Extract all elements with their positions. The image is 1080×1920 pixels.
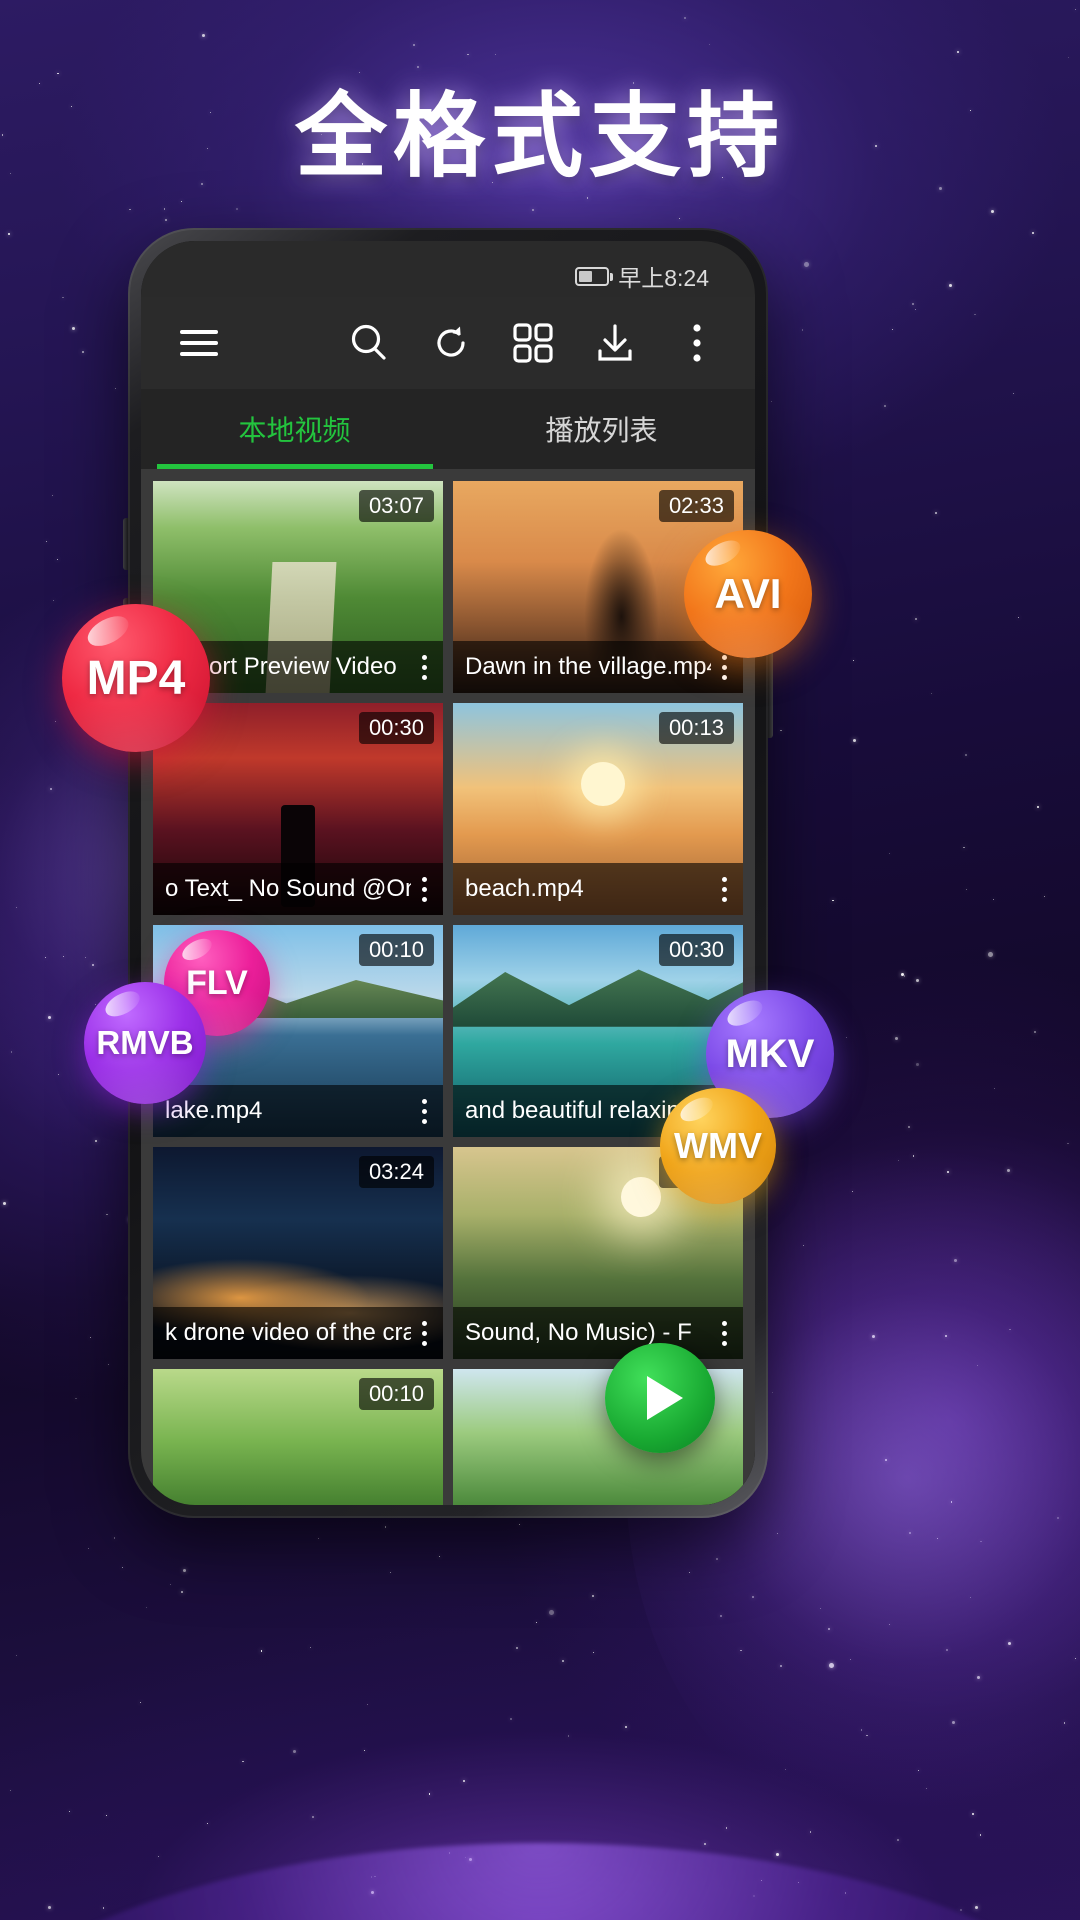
video-duration: 00:30 [358,712,434,744]
download-icon[interactable] [587,315,643,371]
video-caption-bar: Dawn in the village.mp4 [453,641,743,693]
video-duration: 00:10 [358,934,434,966]
refresh-icon[interactable] [423,315,479,371]
video-card[interactable]: 03:24 k drone video of the cra [153,1147,443,1359]
page-title: 全格式支持 [294,83,785,190]
video-more-icon[interactable] [711,876,737,902]
video-caption-bar: k drone video of the cra [153,1307,443,1359]
video-card[interactable]: 00:13 beach.mp4 [453,703,743,915]
video-duration: 03:07 [358,490,434,522]
video-duration: 02:33 [658,490,734,522]
video-title: o Text_ No Sound @On [165,875,411,902]
video-caption-bar: Sound, No Music) - F [453,1307,743,1359]
video-duration: 00:13 [658,712,734,744]
video-duration: 00:10 [358,1378,434,1410]
video-caption-bar: lake.mp4 [153,1085,443,1137]
format-bubble-avi: AVI [684,530,812,658]
tab-bar: 本地视频 播放列表 [141,389,755,469]
status-time: 早上8:24 [618,265,709,291]
tab-playlist[interactable]: 播放列表 [448,389,755,469]
hamburger-menu-icon[interactable] [171,315,227,371]
video-card[interactable]: 00:10 [153,1369,443,1505]
video-more-icon[interactable] [711,654,737,680]
play-button-fab[interactable] [605,1343,715,1453]
video-more-icon[interactable] [411,1098,437,1124]
app-toolbar [141,297,755,389]
video-title: beach.mp4 [465,875,584,902]
format-bubble-rmvb: RMVB [84,982,206,1104]
tab-local-videos[interactable]: 本地视频 [141,389,448,469]
video-title: Sound, No Music) - F [465,1319,692,1346]
video-title: k drone video of the cra [165,1319,411,1346]
status-bar: 早上8:24 [141,241,755,297]
video-duration: 03:24 [358,1156,434,1188]
format-bubble-wmv: WMV [660,1088,776,1204]
tab-active-indicator [157,464,433,469]
battery-icon [575,266,614,286]
video-caption-bar: o Text_ No Sound @On [153,863,443,915]
video-more-icon[interactable] [411,876,437,902]
phone-mockup: 早上8:24 本地视频 播放列表 03:07 - Short Preview V… [123,228,773,1518]
video-title: lake.mp4 [165,1097,263,1124]
video-more-icon[interactable] [711,1320,737,1346]
video-more-icon[interactable] [411,654,437,680]
search-icon[interactable] [341,315,397,371]
video-title: Dawn in the village.mp4 [465,653,711,680]
video-caption-bar: beach.mp4 [453,863,743,915]
phone-screen: 早上8:24 本地视频 播放列表 03:07 - Short Preview V… [141,241,755,1505]
video-more-icon[interactable] [411,1320,437,1346]
play-icon [647,1376,683,1420]
video-card[interactable]: 00:30 o Text_ No Sound @On [153,703,443,915]
format-bubble-mp4: MP4 [62,604,210,752]
grid-view-icon[interactable] [505,315,561,371]
video-duration: 00:30 [658,934,734,966]
more-vertical-icon[interactable] [669,315,725,371]
